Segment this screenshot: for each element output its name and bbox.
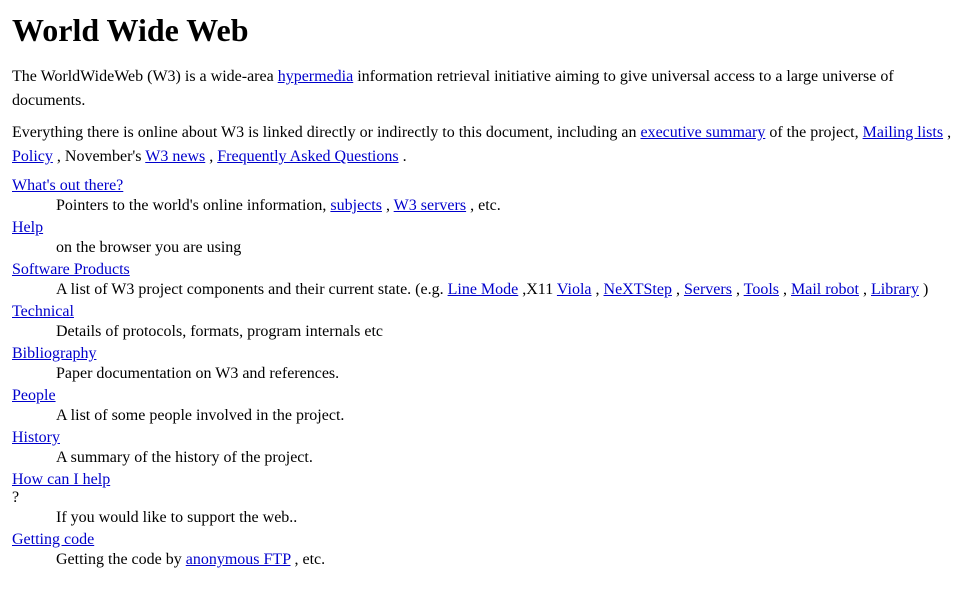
software-products-description: A list of W3 project components and thei… <box>56 281 959 299</box>
nextstep-link[interactable]: NeXTStep <box>604 281 672 298</box>
intro-paragraph-2: Everything there is online about W3 is l… <box>12 121 959 169</box>
technical-description: Details of protocols, formats, program i… <box>56 323 959 341</box>
section-technical: Technical Details of protocols, formats,… <box>12 303 959 341</box>
executive-summary-link[interactable]: executive summary <box>640 124 765 141</box>
section-help: Help on the browser you are using <box>12 219 959 257</box>
software-products-link[interactable]: Software Products <box>12 261 959 279</box>
library-link[interactable]: Library <box>871 281 919 298</box>
how-can-i-help-question-mark: ? <box>12 489 19 506</box>
section-people: People A list of some people involved in… <box>12 387 959 425</box>
getting-code-link[interactable]: Getting code <box>12 531 959 549</box>
faq-link[interactable]: Frequently Asked Questions <box>217 148 398 165</box>
intro2-mid: of the project, <box>769 124 862 141</box>
history-link[interactable]: History <box>12 429 959 447</box>
section-how-can-i-help: How can I help ? If you would like to su… <box>12 471 959 527</box>
page-title: World Wide Web <box>12 12 959 49</box>
w3-news-link[interactable]: W3 news <box>145 148 205 165</box>
help-link[interactable]: Help <box>12 219 959 237</box>
technical-link[interactable]: Technical <box>12 303 959 321</box>
viola-link[interactable]: Viola <box>557 281 592 298</box>
mailing-lists-link[interactable]: Mailing lists <box>863 124 943 141</box>
intro2-novembers: , November's <box>57 148 145 165</box>
policy-link[interactable]: Policy <box>12 148 53 165</box>
mail-robot-link[interactable]: Mail robot <box>791 281 859 298</box>
getting-code-description: Getting the code by anonymous FTP , etc. <box>56 551 959 569</box>
section-bibliography: Bibliography Paper documentation on W3 a… <box>12 345 959 383</box>
servers-link[interactable]: Servers <box>684 281 732 298</box>
people-link[interactable]: People <box>12 387 959 405</box>
hypermedia-link[interactable]: hypermedia <box>278 68 354 85</box>
subjects-link[interactable]: subjects <box>330 197 382 214</box>
section-whats-out-there: What's out there? Pointers to the world'… <box>12 177 959 215</box>
whats-out-there-description: Pointers to the world's online informati… <box>56 197 959 215</box>
how-can-i-help-description: If you would like to support the web.. <box>56 509 959 527</box>
anonymous-ftp-link[interactable]: anonymous FTP <box>186 551 291 568</box>
intro2-comma: , <box>947 124 951 141</box>
section-software-products: Software Products A list of W3 project c… <box>12 261 959 299</box>
people-description: A list of some people involved in the pr… <box>56 407 959 425</box>
whats-out-there-link[interactable]: What's out there? <box>12 177 959 195</box>
how-can-i-help-link[interactable]: How can I help <box>12 471 959 489</box>
help-description: on the browser you are using <box>56 239 959 257</box>
line-mode-link[interactable]: Line Mode <box>448 281 519 298</box>
section-getting-code: Getting code Getting the code by anonymo… <box>12 531 959 569</box>
w3-servers-link[interactable]: W3 servers <box>394 197 466 214</box>
section-history: History A summary of the history of the … <box>12 429 959 467</box>
intro2-prefix: Everything there is online about W3 is l… <box>12 124 640 141</box>
bibliography-link[interactable]: Bibliography <box>12 345 959 363</box>
bibliography-description: Paper documentation on W3 and references… <box>56 365 959 383</box>
history-description: A summary of the history of the project. <box>56 449 959 467</box>
intro-paragraph-1: The WorldWideWeb (W3) is a wide-area hyp… <box>12 65 959 113</box>
tools-link[interactable]: Tools <box>744 281 779 298</box>
intro1-text-before-link: The WorldWideWeb (W3) is a wide-area <box>12 68 274 85</box>
sections-container: What's out there? Pointers to the world'… <box>12 177 959 569</box>
intro2-period: . <box>403 148 407 165</box>
